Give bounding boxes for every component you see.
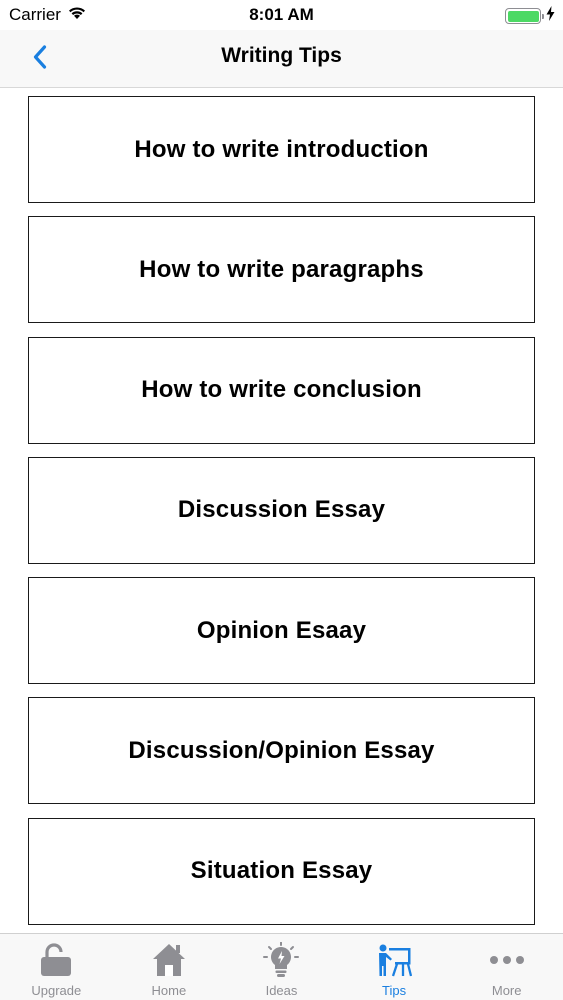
tips-scroll-view[interactable]: How to write introduction How to write p… <box>0 88 563 933</box>
tip-button-situation-essay[interactable]: Situation Essay <box>28 817 535 925</box>
tip-button-introduction[interactable]: How to write introduction <box>28 96 535 203</box>
tab-label: Ideas <box>265 983 298 998</box>
tip-label: How to write introduction <box>134 135 429 163</box>
home-icon <box>150 941 188 979</box>
tip-button-opinion-essay[interactable]: Opinion Esaay <box>28 577 535 685</box>
battery-icon <box>505 8 544 24</box>
tip-label: How to write conclusion <box>141 376 422 404</box>
tab-bar: Upgrade Home Ideas Tips More <box>0 933 563 1000</box>
tip-label: Discussion Essay <box>177 496 386 524</box>
teacher-icon <box>375 941 413 979</box>
tab-upgrade[interactable]: Upgrade <box>0 934 113 1000</box>
unlock-icon <box>37 941 75 979</box>
charging-icon <box>546 6 555 26</box>
tab-more[interactable]: More <box>450 934 563 1000</box>
tip-button-conclusion[interactable]: How to write conclusion <box>28 336 535 444</box>
more-icon <box>488 941 526 979</box>
status-time: 8:01 AM <box>249 5 314 24</box>
tab-label: Tips <box>382 983 407 998</box>
tips-list: How to write introduction How to write p… <box>28 96 535 933</box>
tab-label: Home <box>151 983 187 998</box>
tip-label: Opinion Esaay <box>196 616 367 644</box>
tip-label: How to write paragraphs <box>139 255 424 283</box>
status-right <box>505 6 555 26</box>
tab-label: Upgrade <box>31 983 82 998</box>
tip-button-discussion-opinion-essay[interactable]: Discussion/Opinion Essay <box>28 697 535 805</box>
tab-home[interactable]: Home <box>113 934 226 1000</box>
tip-button-discussion-essay[interactable]: Discussion Essay <box>28 456 535 564</box>
navigation-bar: Writing Tips <box>0 30 563 88</box>
page-title: Writing Tips <box>221 44 342 67</box>
tab-tips[interactable]: Tips <box>338 934 451 1000</box>
tab-label: More <box>491 983 522 998</box>
tip-label: Discussion/Opinion Essay <box>128 736 435 764</box>
tab-ideas[interactable]: Ideas <box>225 934 338 1000</box>
status-bar: Carrier 8:01 AM <box>0 0 563 30</box>
tip-button-paragraphs[interactable]: How to write paragraphs <box>28 216 535 324</box>
tip-label: Situation Essay <box>190 857 373 885</box>
lightbulb-icon <box>262 941 300 979</box>
